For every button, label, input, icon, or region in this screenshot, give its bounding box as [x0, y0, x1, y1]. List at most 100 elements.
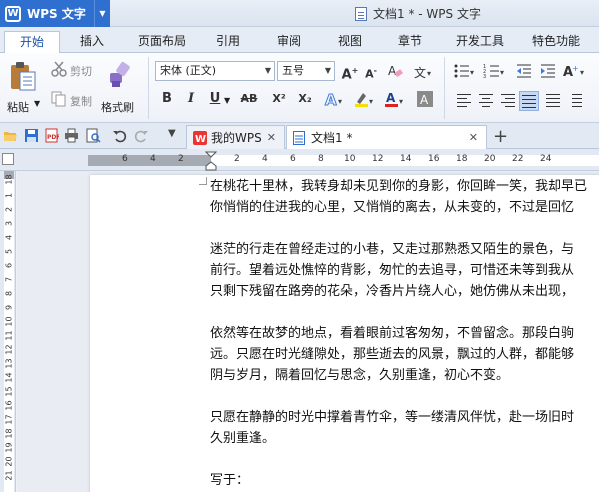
decrease-indent-icon[interactable]	[514, 61, 534, 81]
new-tab-icon[interactable]: +	[493, 126, 508, 147]
format-painter-button[interactable]	[104, 57, 136, 91]
ruler-number: 18	[456, 154, 468, 164]
print-icon[interactable]	[64, 128, 79, 143]
wps-menu-button[interactable]: W WPS 文字 ▼	[0, 0, 110, 27]
align-right-icon[interactable]	[499, 91, 517, 109]
strikethrough-button[interactable]: AB	[236, 89, 262, 109]
paragraph-line[interactable]: 你悄悄的住进我的心里，又悄悄的离去，从未变的，不过是回忆	[210, 197, 574, 218]
tab-stop-selector[interactable]	[2, 153, 14, 165]
tab-home[interactable]: 开始	[4, 31, 60, 53]
ruler-number: 6	[290, 154, 296, 164]
print-preview-icon[interactable]	[86, 128, 101, 143]
highlight-icon[interactable]: ▾	[352, 89, 378, 109]
doc-tab-document1[interactable]: 文档1 * ✕	[286, 125, 487, 149]
align-left-icon[interactable]	[455, 91, 473, 109]
svg-text:W: W	[195, 134, 206, 145]
document-icon	[355, 6, 367, 21]
paragraph-line[interactable]: 前行。望着远处憔悴的背影，匆忙的去追寻，可惜还未等到我从	[210, 260, 574, 281]
paste-button[interactable]	[6, 59, 40, 93]
ruler-number: 10	[4, 316, 14, 327]
increase-indent-icon[interactable]	[538, 61, 558, 81]
tab-developer[interactable]: 开发工具	[448, 31, 512, 53]
distribute-icon[interactable]	[544, 91, 562, 109]
tab-references[interactable]: 引用	[206, 31, 250, 53]
clear-format-icon[interactable]: A	[385, 61, 405, 81]
shrink-font-icon[interactable]: A-	[361, 61, 381, 81]
close-icon[interactable]: ✕	[469, 131, 478, 144]
close-icon[interactable]: ✕	[267, 131, 276, 144]
menu-tabs: 开始 插入 页面布局 引用 审阅 视图 章节 开发工具 特色功能	[0, 27, 599, 53]
paste-chevron-icon[interactable]: ▼	[34, 99, 40, 108]
export-pdf-icon[interactable]: PDF	[44, 128, 59, 143]
paragraph-line[interactable]: 在桃花十里林，我转身却未见到你的身影，你回眸一笑，我却早已	[210, 176, 587, 197]
justify-icon[interactable]	[519, 91, 539, 111]
wps-logo-icon: W	[5, 5, 21, 22]
tab-view[interactable]: 视图	[328, 31, 372, 53]
document-area[interactable]: 在桃花十里林，我转身却未见到你的身影，你回眸一笑，我却早已 你悄悄的住进我的心里…	[17, 171, 599, 492]
undo-icon[interactable]	[112, 128, 127, 143]
text-effects-icon[interactable]: A ▾	[322, 89, 348, 109]
char-shading-icon[interactable]: A	[414, 89, 436, 109]
bullet-list-icon[interactable]: ▾	[452, 61, 478, 81]
svg-text:PDF: PDF	[47, 134, 59, 141]
ruler-number: 10	[344, 154, 356, 164]
scissors-icon[interactable]	[50, 60, 68, 78]
ruler-number: 17	[4, 414, 14, 425]
cut-button[interactable]: 剪切	[70, 63, 92, 79]
font-name-select[interactable]: 宋体 (正文) ▼	[155, 61, 275, 81]
svg-text:▾: ▾	[427, 69, 431, 78]
open-folder-icon[interactable]	[3, 128, 18, 143]
underline-button[interactable]: U	[205, 89, 225, 109]
font-color-icon[interactable]: A ▾	[382, 89, 408, 109]
ruler-number: 14	[4, 372, 14, 383]
paragraph-line[interactable]: 远。只愿在时光缝隙处，那些逝去的风景，飘过的人群，都能够	[210, 344, 574, 365]
ruler-number: 8	[4, 290, 14, 297]
paragraph-line[interactable]: 阴与岁月，隔着回忆与思念，久别重逢，初心不变。	[210, 365, 509, 386]
paragraph-line[interactable]: 只剩下残留在路旁的花朵，冷香片片绕人心，她仿佛从未出现，	[210, 281, 574, 302]
numbered-list-icon[interactable]: 1 2 3 ▾	[482, 61, 508, 81]
phonetic-guide-icon[interactable]: 文 ▾	[410, 61, 438, 81]
superscript-button[interactable]: X²	[268, 89, 290, 109]
customize-toolbar-icon[interactable]: ▼	[168, 128, 176, 139]
doc-tab-my-wps[interactable]: W 我的WPS ✕	[186, 125, 285, 149]
chevron-down-icon[interactable]: ▼	[94, 0, 110, 27]
svg-text:▾: ▾	[399, 97, 403, 106]
subscript-button[interactable]: X₂	[294, 89, 316, 109]
grow-font-icon[interactable]: A+	[340, 61, 360, 82]
chevron-down-icon: ▼	[324, 66, 331, 75]
chinese-layout-icon[interactable]: A + ▾	[562, 61, 588, 81]
save-icon[interactable]	[24, 128, 39, 143]
indent-marker-icon[interactable]	[205, 151, 217, 171]
tab-special-features[interactable]: 特色功能	[524, 31, 588, 53]
svg-text:▾: ▾	[338, 97, 342, 106]
svg-text:A: A	[325, 91, 337, 108]
bold-button[interactable]: B	[157, 89, 177, 109]
vertical-ruler[interactable]: 18 1 2 3 4 5 6 7 8 9 10 11 12 13 14 15 1…	[0, 171, 16, 492]
ribbon-home: 粘贴 ▼ 剪切 复制 格式刷 宋体 (正文) ▼ 五号 ▼ A+ A- A 文 ▾…	[0, 53, 599, 123]
horizontal-ruler[interactable]: 6 4 2 2 4 6 8 10 12 14 16 18 20 22 24	[0, 149, 599, 171]
copy-button[interactable]: 复制	[70, 93, 92, 109]
font-size-select[interactable]: 五号 ▼	[277, 61, 335, 81]
underline-chevron-icon[interactable]: ▼	[224, 96, 230, 105]
ruler-number: 4	[4, 234, 14, 241]
tab-page-layout[interactable]: 页面布局	[130, 31, 194, 53]
ruler-number: 16	[4, 400, 14, 411]
redo-icon[interactable]	[134, 128, 149, 143]
format-painter-label: 格式刷	[101, 101, 134, 114]
tab-sections[interactable]: 章节	[388, 31, 432, 53]
line-spacing-icon[interactable]	[566, 91, 584, 109]
paragraph-line[interactable]: 迷茫的行走在曾经走过的小巷，又走过那熟悉又陌生的景色，与	[210, 239, 574, 260]
document-page[interactable]: 在桃花十里林，我转身却未见到你的身影，你回眸一笑，我却早已 你悄悄的住进我的心里…	[90, 175, 599, 492]
tab-insert[interactable]: 插入	[70, 31, 114, 53]
ruler-number: 16	[428, 154, 440, 164]
paragraph-line[interactable]: 久别重逢。	[210, 428, 275, 449]
copy-icon[interactable]	[50, 90, 68, 108]
italic-button[interactable]: I	[181, 89, 201, 109]
tab-review[interactable]: 审阅	[267, 31, 311, 53]
ruler-number: 2	[234, 154, 240, 164]
align-center-icon[interactable]	[477, 91, 495, 109]
paragraph-line[interactable]: 依然等在故梦的地点，看着眼前过客匆匆，不曾留念。那段白驹	[210, 323, 574, 344]
ruler-number: 6	[4, 262, 14, 269]
paragraph-line[interactable]: 写于：	[210, 470, 249, 491]
paragraph-line[interactable]: 只愿在静静的时光中撑着青竹伞，等一缕清风伴忧，赴一场旧时	[210, 407, 574, 428]
